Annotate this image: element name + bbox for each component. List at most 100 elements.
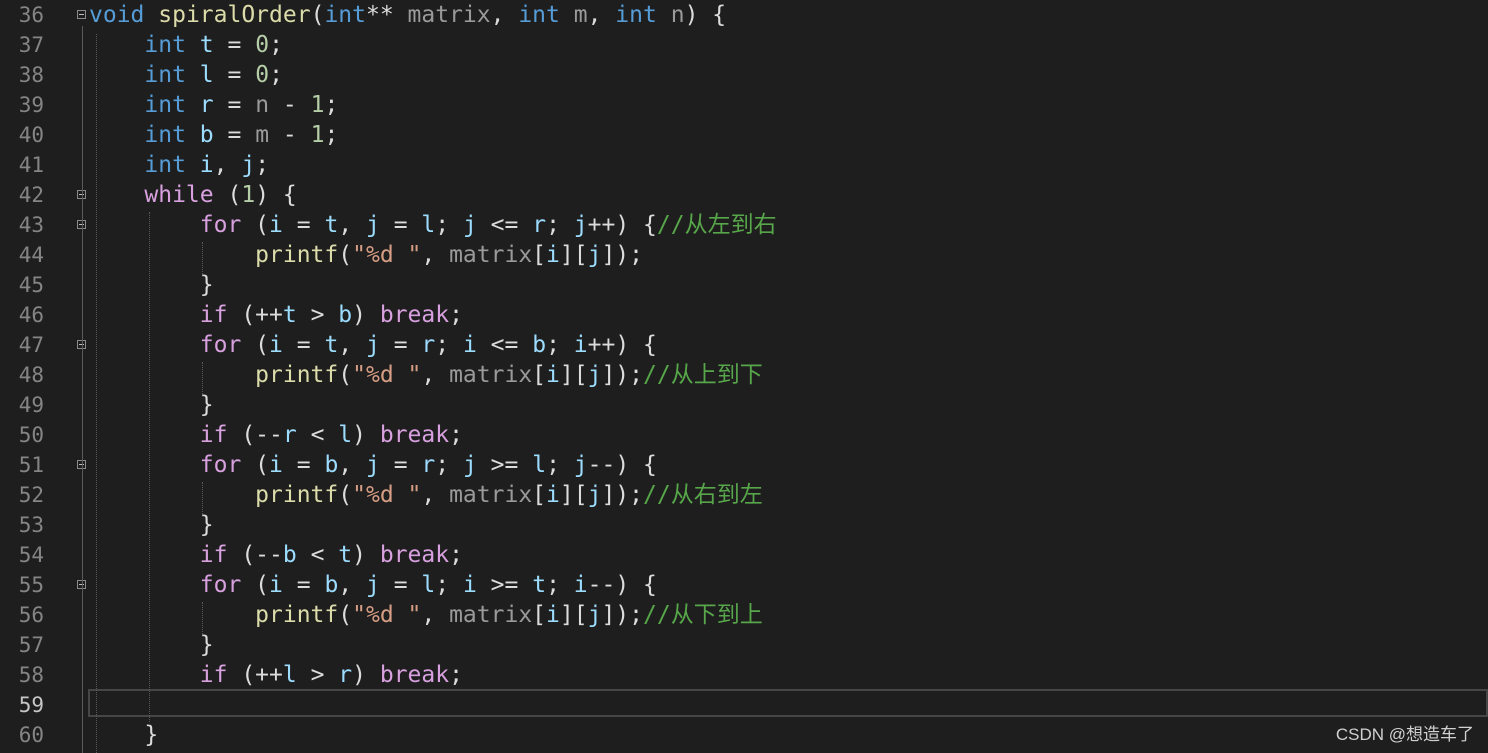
code-token: i xyxy=(546,362,560,388)
code-text[interactable]: if (++l > r) break; xyxy=(89,660,463,690)
code-token: = xyxy=(282,212,325,238)
code-token: j xyxy=(573,452,588,478)
code-token: r xyxy=(532,212,547,238)
code-token: ; xyxy=(546,452,574,478)
code-token: i xyxy=(546,242,560,268)
code-token: //从右到左 xyxy=(643,482,763,508)
code-token: int xyxy=(518,2,560,28)
code-text[interactable]: printf("%d ", matrix[i][j]);//从下到上 xyxy=(89,600,763,630)
line-number: 45 xyxy=(18,273,44,297)
code-token: ( xyxy=(338,362,353,388)
code-token: l xyxy=(532,452,547,478)
code-line[interactable]: 49 } xyxy=(0,390,1488,420)
code-text[interactable]: } xyxy=(89,630,214,660)
code-line[interactable]: 58 if (++l > r) break; xyxy=(0,660,1488,690)
code-text[interactable]: int b = m - 1; xyxy=(89,120,338,150)
line-number: 48 xyxy=(18,363,44,387)
code-token: break xyxy=(379,422,450,448)
line-number: 54 xyxy=(18,543,44,567)
code-line[interactable]: 55 for (i = b, j = l; i >= t; i--) { xyxy=(0,570,1488,600)
code-token: i xyxy=(546,482,560,508)
code-token: ; xyxy=(546,212,574,238)
code-line[interactable]: 56 printf("%d ", matrix[i][j]);//从下到上 xyxy=(0,600,1488,630)
code-text[interactable]: int t = 0; xyxy=(89,30,283,60)
code-text[interactable]: printf("%d ", matrix[i][j]);//从右到左 xyxy=(89,480,763,510)
code-token: <= xyxy=(476,212,533,238)
code-line[interactable]: 53 } xyxy=(0,510,1488,540)
code-text[interactable]: printf("%d ", matrix[i][j]);//从上到下 xyxy=(89,360,763,390)
code-token: m xyxy=(255,122,270,148)
code-token: } xyxy=(89,272,214,298)
code-token: i xyxy=(573,332,588,358)
code-token: ++) { xyxy=(587,332,657,358)
code-token: t xyxy=(324,212,339,238)
code-token: 1 xyxy=(310,122,325,148)
code-token: l xyxy=(199,62,214,88)
code-text[interactable]: if (--r < l) break; xyxy=(89,420,463,450)
code-token: j xyxy=(366,212,380,238)
code-line[interactable]: 45 } xyxy=(0,270,1488,300)
indent-guide-for-3 xyxy=(202,482,203,514)
code-line[interactable]: 52 printf("%d ", matrix[i][j]);//从右到左 xyxy=(0,480,1488,510)
code-line[interactable]: 36 void spiralOrder(int** matrix, int m, … xyxy=(0,0,1488,30)
code-text[interactable]: printf("%d ", matrix[i][j]); xyxy=(89,240,643,270)
code-line[interactable]: 42 while (1) { xyxy=(0,180,1488,210)
code-token: j xyxy=(587,362,602,388)
code-line[interactable]: 60 } xyxy=(0,720,1488,750)
code-line[interactable]: 57 } xyxy=(0,630,1488,660)
code-line[interactable]: 39 int r = n - 1; xyxy=(0,90,1488,120)
code-token: = xyxy=(213,122,256,148)
code-token: (-- xyxy=(227,422,283,448)
code-token: b xyxy=(282,542,297,568)
code-text[interactable]: for (i = b, j = l; i >= t; i--) { xyxy=(89,570,657,600)
code-token: i xyxy=(573,572,588,598)
code-text[interactable]: int r = n - 1; xyxy=(89,90,338,120)
code-line[interactable]: 50 if (--r < l) break; xyxy=(0,420,1488,450)
code-token: int xyxy=(144,92,186,118)
code-line[interactable]: 40 int b = m - 1; xyxy=(0,120,1488,150)
code-text[interactable]: } xyxy=(89,510,214,540)
indent-guide-function xyxy=(96,34,97,753)
code-text[interactable]: for (i = t, j = r; i <= b; i++) { xyxy=(89,330,657,360)
code-line[interactable]: 51 for (i = b, j = r; j >= l; j--) { xyxy=(0,450,1488,480)
csdn-watermark: CSDN @想造车了 xyxy=(1335,725,1474,744)
code-text[interactable]: } xyxy=(89,720,158,750)
code-text[interactable]: if (--b < t) break; xyxy=(89,540,463,570)
line-number: 37 xyxy=(18,33,44,57)
code-editor[interactable]: 36 void spiralOrder(int** matrix, int m, … xyxy=(0,0,1488,753)
collapse-icon[interactable] xyxy=(77,10,86,19)
code-text[interactable]: while (1) { xyxy=(89,180,297,210)
code-text[interactable]: void spiralOrder(int** matrix, int m, in… xyxy=(89,0,726,30)
code-line[interactable]: 43 for (i = t, j = l; j <= r; j++) {//从左… xyxy=(0,210,1488,240)
code-text[interactable]: int i, j; xyxy=(89,150,269,180)
code-text[interactable]: int l = 0; xyxy=(89,60,283,90)
code-token: = xyxy=(379,212,422,238)
code-text[interactable]: if (++t > b) break; xyxy=(89,300,463,330)
code-token: , xyxy=(421,242,450,268)
code-token: break xyxy=(379,302,450,328)
code-line[interactable]: 44 printf("%d ", matrix[i][j]); xyxy=(0,240,1488,270)
code-token: > xyxy=(296,662,339,688)
code-text[interactable]: for (i = b, j = r; j >= l; j--) { xyxy=(89,450,657,480)
code-token: "%d " xyxy=(352,242,422,268)
code-token: i xyxy=(269,332,283,358)
code-token: ; xyxy=(449,422,463,448)
code-token: , xyxy=(421,482,450,508)
code-line[interactable]: 41 int i, j; xyxy=(0,150,1488,180)
code-text[interactable]: } xyxy=(89,390,214,420)
code-line[interactable]: 47 for (i = t, j = r; i <= b; i++) { xyxy=(0,330,1488,360)
code-line[interactable]: 54 if (--b < t) break; xyxy=(0,540,1488,570)
code-text[interactable]: for (i = t, j = l; j <= r; j++) {//从左到右 xyxy=(89,210,777,240)
code-line[interactable]: 46 if (++t > b) break; xyxy=(0,300,1488,330)
code-line[interactable]: 48 printf("%d ", matrix[i][j]);//从上到下 xyxy=(0,360,1488,390)
code-line[interactable]: 37 int t = 0; xyxy=(0,30,1488,60)
code-token: ) { xyxy=(255,182,297,208)
code-line[interactable]: 38 int l = 0; xyxy=(0,60,1488,90)
code-token: ; xyxy=(449,542,463,568)
code-text[interactable]: } xyxy=(89,270,214,300)
code-token: j xyxy=(462,212,477,238)
